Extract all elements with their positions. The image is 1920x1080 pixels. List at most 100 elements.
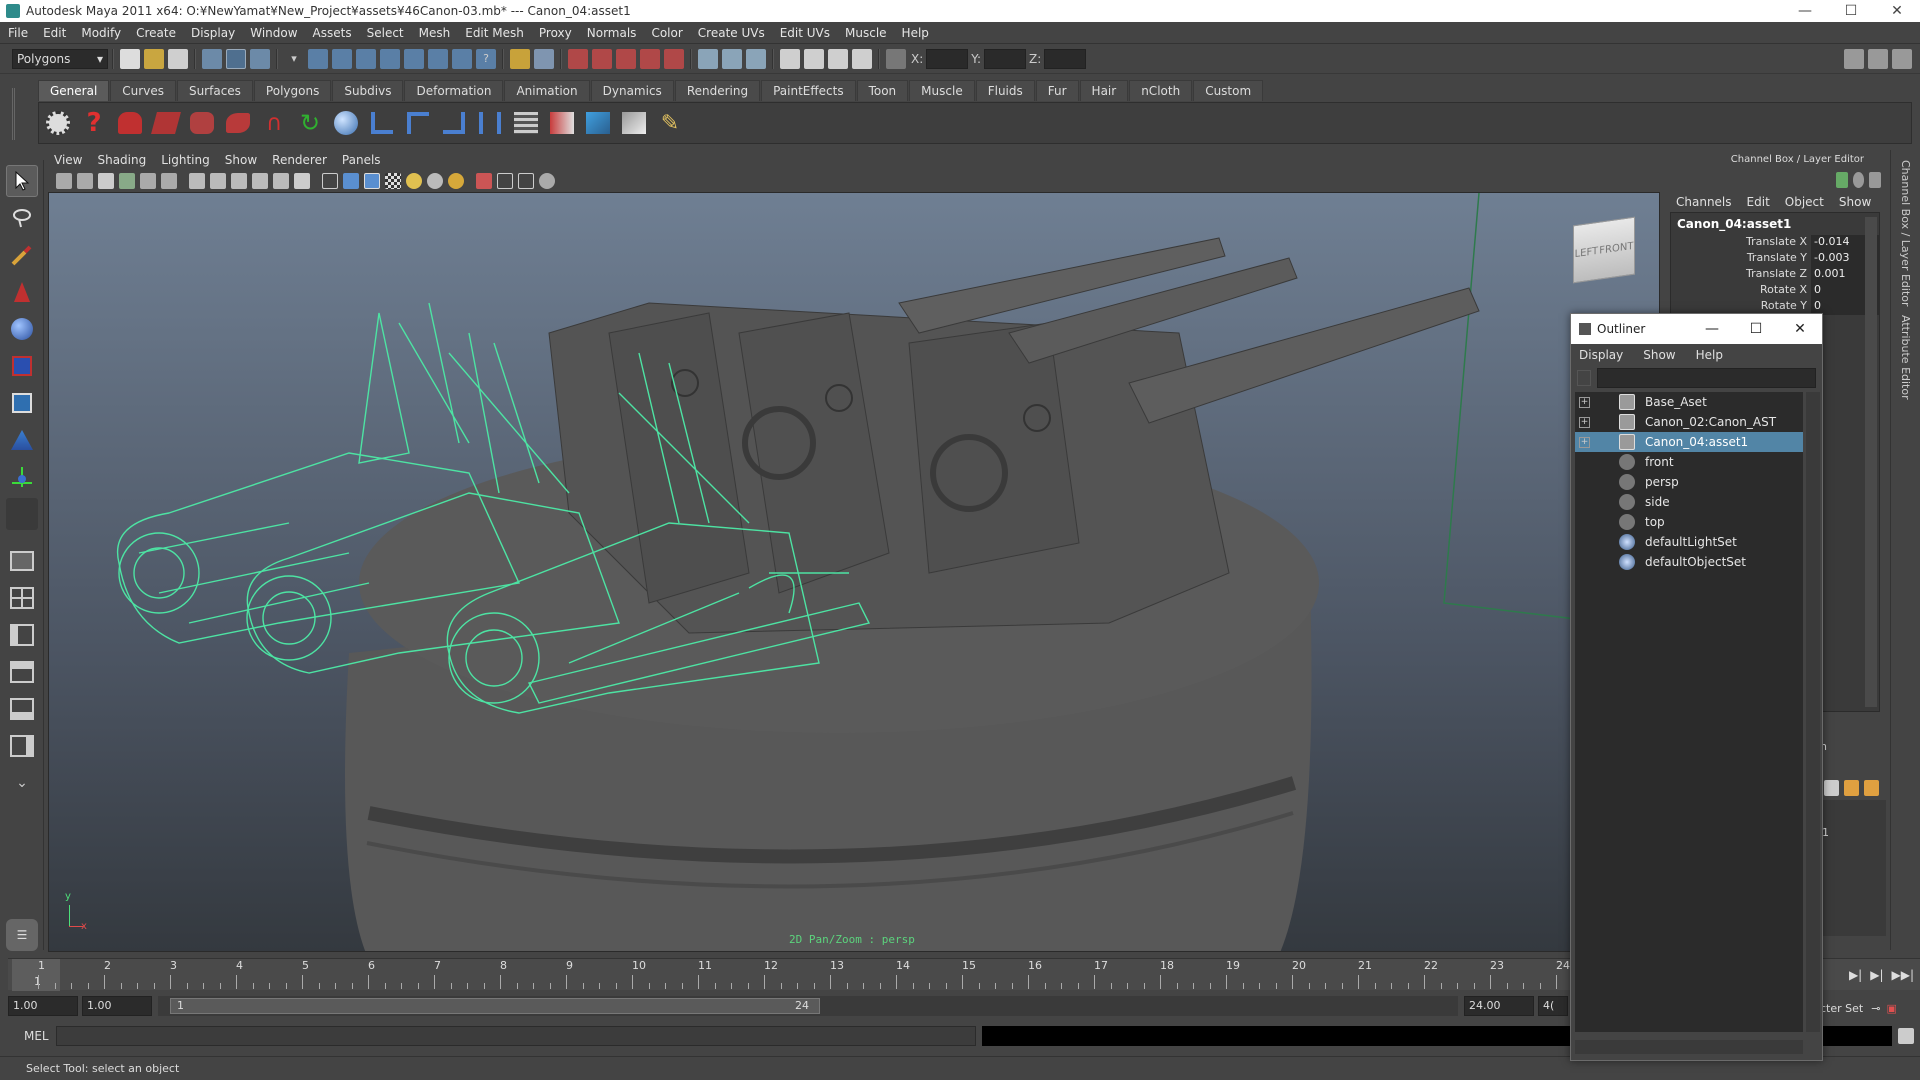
expand-icon[interactable]: + bbox=[1579, 436, 1590, 448]
y-field[interactable] bbox=[984, 48, 1027, 69]
channelbox-menu-channels[interactable]: Channels bbox=[1676, 195, 1732, 209]
outliner-titlebar[interactable]: Outliner — ☐ ✕ bbox=[1571, 314, 1822, 344]
menu-help[interactable]: Help bbox=[902, 26, 929, 40]
scale-tool-icon[interactable] bbox=[6, 350, 38, 382]
show-manipulator-icon[interactable] bbox=[6, 461, 38, 493]
render-settings-icon[interactable] bbox=[852, 48, 872, 69]
snap-grid-icon[interactable] bbox=[568, 48, 588, 69]
ik-handle-icon[interactable] bbox=[403, 108, 433, 138]
save-scene-icon[interactable] bbox=[168, 48, 188, 69]
shelf-tab-general[interactable]: General bbox=[38, 80, 110, 101]
viewport-menu-view[interactable]: View bbox=[54, 153, 82, 167]
sculpt-icon[interactable] bbox=[223, 108, 253, 138]
layer-stack-icon[interactable] bbox=[1824, 780, 1839, 796]
outliner-search-input[interactable] bbox=[1597, 368, 1816, 388]
film-reel-icon[interactable] bbox=[43, 108, 73, 138]
maximize-button[interactable]: ☐ bbox=[1828, 0, 1874, 22]
outliner-menu-show[interactable]: Show bbox=[1643, 348, 1675, 362]
ipr-render-icon[interactable] bbox=[828, 48, 848, 69]
input-output-icon[interactable] bbox=[722, 48, 742, 69]
bookmark-icon[interactable] bbox=[98, 173, 114, 189]
lock-selection-icon[interactable] bbox=[510, 48, 530, 69]
camera-attributes-icon[interactable] bbox=[77, 173, 93, 189]
input-mode-icon[interactable] bbox=[886, 48, 906, 69]
highlight-selection-icon[interactable] bbox=[534, 48, 554, 69]
menu-mesh[interactable]: Mesh bbox=[419, 26, 451, 40]
3d-viewport[interactable]: LEFT FRONT y x 2D Pan/Zoom : persp bbox=[48, 192, 1660, 952]
attr-row[interactable]: Translate X -0.014 bbox=[1671, 235, 1879, 251]
graph-editor-icon[interactable] bbox=[511, 108, 541, 138]
menu-create-uvs[interactable]: Create UVs bbox=[698, 26, 765, 40]
viewport-menu-panels[interactable]: Panels bbox=[342, 153, 381, 167]
camera-select-icon[interactable] bbox=[56, 173, 72, 189]
snap-point-icon[interactable] bbox=[616, 48, 636, 69]
layout-custom-icon[interactable]: ⌄ bbox=[6, 767, 38, 799]
film-gate-icon[interactable] bbox=[161, 173, 177, 189]
construction-history-icon[interactable] bbox=[746, 48, 766, 69]
xray-icon[interactable] bbox=[497, 173, 513, 189]
lasso-tool-icon[interactable] bbox=[6, 202, 38, 234]
select-tool-icon[interactable] bbox=[6, 165, 38, 197]
outliner-horizontal-scrollbar[interactable] bbox=[1575, 1040, 1803, 1054]
channelbox-scrollbar[interactable] bbox=[1865, 217, 1877, 707]
outliner-item[interactable]: persp bbox=[1575, 472, 1803, 492]
shelf-tab-painteffects[interactable]: PaintEffects bbox=[761, 80, 856, 101]
shelf-handle[interactable] bbox=[12, 88, 28, 140]
image-plane-icon[interactable] bbox=[119, 173, 135, 189]
step-forward-icon[interactable]: ▶| bbox=[1870, 968, 1883, 982]
view-cube[interactable]: LEFT FRONT bbox=[1573, 216, 1635, 284]
playback-end-field[interactable]: 24.00 bbox=[1464, 996, 1534, 1016]
layout-side-icon[interactable] bbox=[6, 619, 38, 651]
mel-label[interactable]: MEL bbox=[8, 1029, 56, 1043]
viewport-menu-shading[interactable]: Shading bbox=[97, 153, 146, 167]
mask-dropdown-icon[interactable]: ▾ bbox=[284, 49, 304, 69]
toggle-channel-box-icon[interactable] bbox=[1892, 48, 1912, 69]
help-question-icon[interactable]: ? bbox=[79, 108, 109, 138]
outliner-menu-display[interactable]: Display bbox=[1579, 348, 1623, 362]
shelf-tab-custom[interactable]: Custom bbox=[1193, 80, 1264, 101]
menu-color[interactable]: Color bbox=[651, 26, 682, 40]
channelbox-menu-show[interactable]: Show bbox=[1839, 195, 1871, 209]
paint-skin-icon[interactable] bbox=[187, 108, 217, 138]
paint-effects-icon[interactable] bbox=[151, 108, 181, 138]
shelf-tab-deformation[interactable]: Deformation bbox=[404, 80, 504, 101]
viewport-menu-lighting[interactable]: Lighting bbox=[161, 153, 210, 167]
menuset-dropdown[interactable]: Polygons ▾ bbox=[12, 48, 108, 69]
grid-toggle-icon[interactable] bbox=[140, 173, 156, 189]
use-all-lights-icon[interactable] bbox=[427, 173, 443, 189]
play-forward-icon[interactable]: ▶| bbox=[1849, 968, 1862, 982]
start-time-field[interactable]: 1.00 bbox=[8, 996, 78, 1016]
layout-single-icon[interactable] bbox=[6, 545, 38, 577]
soft-mod-icon[interactable] bbox=[6, 424, 38, 456]
outliner-menu-help[interactable]: Help bbox=[1696, 348, 1723, 362]
shelf-tab-hair[interactable]: Hair bbox=[1079, 80, 1129, 101]
channelbox-key-icon[interactable] bbox=[1836, 172, 1848, 188]
manipulator-icon[interactable] bbox=[6, 387, 38, 419]
shadows-icon[interactable] bbox=[448, 173, 464, 189]
shelf-tab-rendering[interactable]: Rendering bbox=[674, 80, 761, 101]
snap-view-plane-icon[interactable] bbox=[640, 48, 660, 69]
render-current-icon[interactable] bbox=[804, 48, 824, 69]
resolution-gate-icon[interactable] bbox=[189, 173, 205, 189]
isolate-select-icon[interactable] bbox=[476, 173, 492, 189]
outliner-item[interactable]: top bbox=[1575, 512, 1803, 532]
menu-assets[interactable]: Assets bbox=[313, 26, 352, 40]
expand-icon[interactable]: + bbox=[1579, 416, 1590, 428]
menu-display[interactable]: Display bbox=[191, 26, 235, 40]
select-dynamic-icon[interactable] bbox=[428, 48, 448, 69]
field-chart-icon[interactable] bbox=[231, 173, 247, 189]
make-live-icon[interactable] bbox=[664, 48, 684, 69]
end-time-field[interactable]: 4( bbox=[1538, 996, 1568, 1016]
textured-icon[interactable] bbox=[385, 173, 401, 189]
outliner-minimize-button[interactable]: — bbox=[1690, 314, 1734, 344]
wireframe-icon[interactable] bbox=[322, 173, 338, 189]
rotate-tool-icon[interactable] bbox=[6, 313, 38, 345]
shelf-tab-animation[interactable]: Animation bbox=[504, 80, 590, 101]
outliner-filter-icon[interactable] bbox=[1577, 370, 1591, 386]
select-joint-icon[interactable] bbox=[332, 48, 352, 69]
menu-edit-uvs[interactable]: Edit UVs bbox=[780, 26, 830, 40]
side-tab-channel-box[interactable]: Channel Box / Layer Editor bbox=[1899, 160, 1912, 307]
outliner-close-button[interactable]: ✕ bbox=[1778, 314, 1822, 344]
menu-normals[interactable]: Normals bbox=[587, 26, 637, 40]
shelf-tab-fluids[interactable]: Fluids bbox=[975, 80, 1035, 101]
